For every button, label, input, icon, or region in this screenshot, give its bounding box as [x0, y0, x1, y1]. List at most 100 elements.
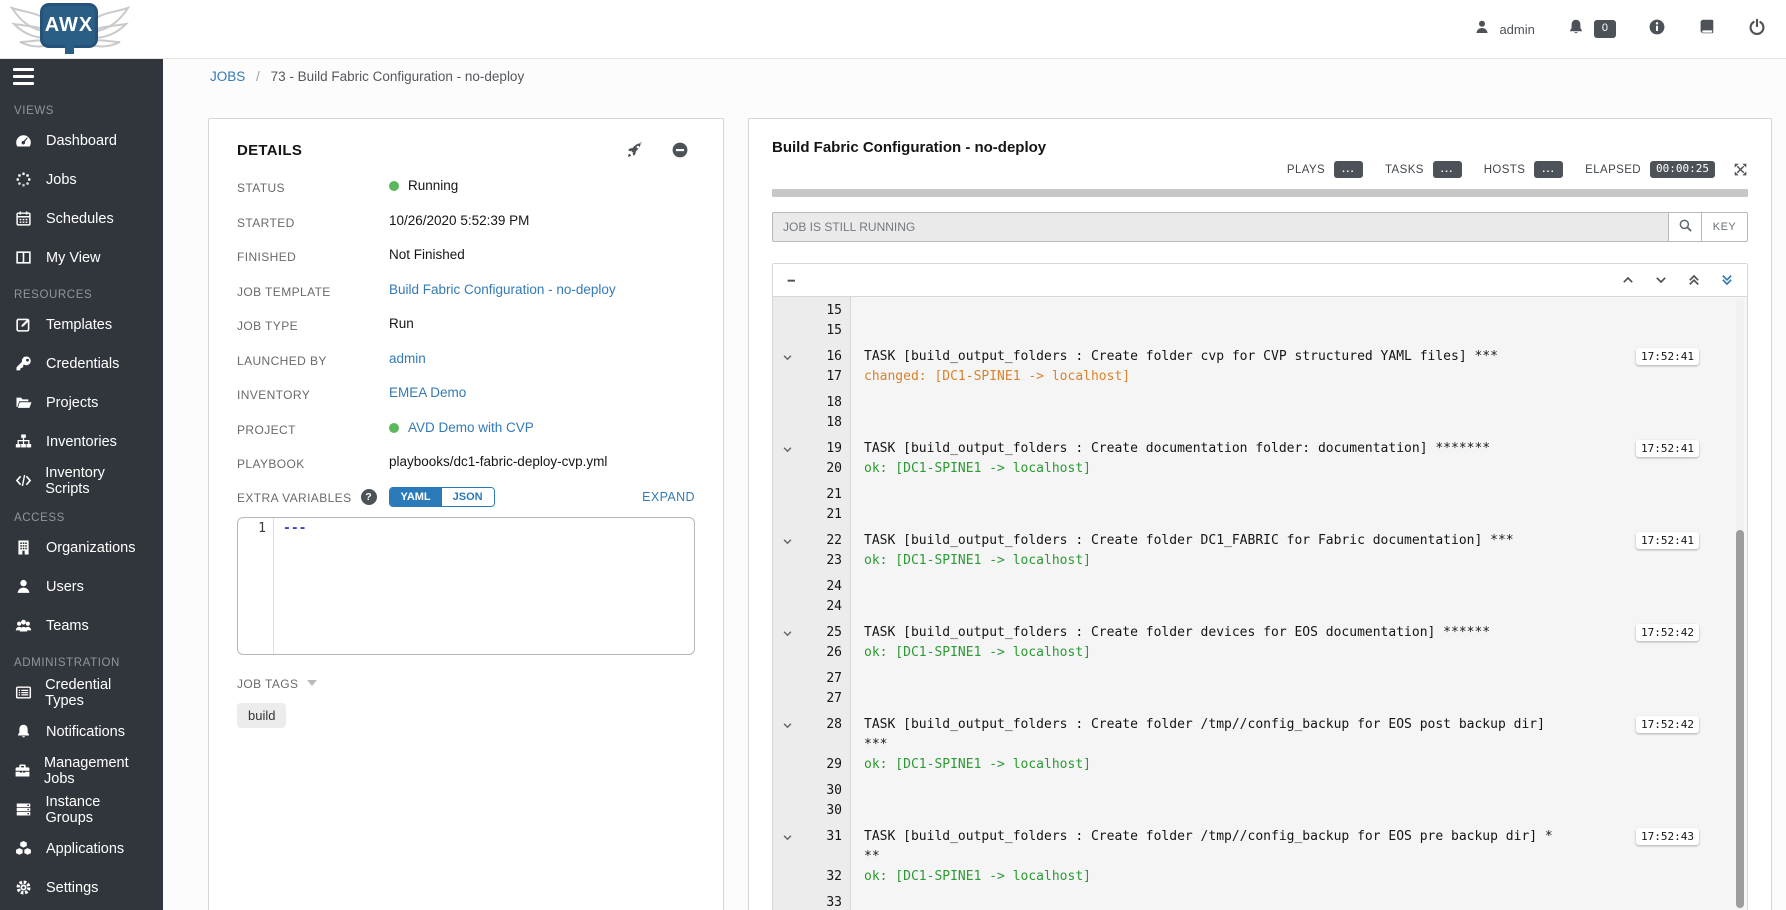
log-expand-chevron-icon[interactable]	[773, 347, 802, 367]
help-icon[interactable]: ?	[361, 489, 377, 505]
log-line-number: 32	[802, 867, 851, 887]
details-rows: STATUSRunningSTARTED10/26/2020 5:52:39 P…	[237, 176, 695, 474]
chevron-up-icon[interactable]	[1621, 273, 1635, 287]
chevron-down-icon[interactable]	[1654, 273, 1668, 287]
log-row: 30	[773, 781, 1747, 801]
pencil-square-icon	[14, 316, 33, 333]
user-icon	[14, 578, 33, 595]
output-scrollbar-thumb[interactable]	[1736, 530, 1744, 908]
yaml-toggle-button[interactable]: YAML	[390, 488, 442, 506]
documentation-button[interactable]	[1698, 18, 1716, 41]
extra-variables-row: EXTRA VARIABLES ? YAML JSON EXPAND	[237, 487, 695, 507]
collapse-all-icon[interactable]	[786, 274, 799, 287]
detail-link[interactable]: AVD Demo with CVP	[408, 420, 534, 435]
sidebar-item-inventories[interactable]: Inventories	[0, 422, 163, 461]
output-search-input[interactable]	[772, 212, 1669, 242]
log-line-text	[851, 505, 1747, 525]
sidebar-item-dashboard[interactable]: Dashboard	[0, 121, 163, 160]
detail-row: STARTED10/26/2020 5:52:39 PM	[237, 211, 695, 233]
search-button[interactable]	[1669, 212, 1702, 242]
log-expand-chevron-icon[interactable]	[773, 827, 802, 867]
sidebar-item-projects[interactable]: Projects	[0, 383, 163, 422]
json-toggle-button[interactable]: JSON	[442, 488, 494, 506]
detail-link[interactable]: admin	[389, 351, 426, 366]
job-progress-bar	[772, 189, 1748, 197]
sidebar-item-credentials[interactable]: Credentials	[0, 344, 163, 383]
log-row: 20ok: [DC1-SPINE1 -> localhost]	[773, 459, 1747, 479]
stat-value-badge: ...	[1334, 161, 1363, 178]
job-tags-list: build	[237, 691, 695, 728]
log-expand-chevron-icon[interactable]	[773, 531, 802, 551]
notifications-button[interactable]: 0	[1567, 18, 1616, 41]
expand-output-icon[interactable]	[1733, 162, 1748, 177]
sidebar-item-instance-groups[interactable]: Instance Groups	[0, 790, 163, 829]
log-expand-chevron-icon[interactable]	[773, 623, 802, 643]
angle-double-down-icon[interactable]	[1720, 273, 1734, 287]
detail-link[interactable]: EMEA Demo	[389, 385, 466, 400]
log-line-text: TASK [build_output_folders : Create docu…	[851, 439, 1747, 459]
sidebar-item-templates[interactable]: Templates	[0, 305, 163, 344]
log-line-text	[851, 321, 1747, 341]
output-scrollbar	[1736, 299, 1744, 910]
sidebar-item-teams[interactable]: Teams	[0, 606, 163, 645]
user-menu[interactable]: admin	[1474, 19, 1534, 40]
log-gutter	[773, 413, 802, 433]
log-line-number: 27	[802, 689, 851, 709]
logout-button[interactable]	[1748, 18, 1766, 41]
relaunch-rocket-icon[interactable]	[626, 141, 644, 159]
sidebar-item-management-jobs[interactable]: Management Jobs	[0, 751, 163, 790]
awx-logo-text: AWX	[45, 14, 94, 37]
log-expand-chevron-icon[interactable]	[773, 715, 802, 755]
awx-logo[interactable]: AWX	[10, 0, 132, 58]
detail-label: JOB TYPE	[237, 314, 389, 336]
log-line-number: 16	[802, 347, 851, 367]
log-row: 16TASK [build_output_folders : Create fo…	[773, 347, 1747, 367]
log-line-text: changed: [DC1-SPINE1 -> localhost]	[851, 367, 1747, 387]
expand-variables-link[interactable]: EXPAND	[642, 490, 695, 504]
sidebar-item-credential-types[interactable]: Credential Types	[0, 673, 163, 712]
job-tag-chip: build	[237, 703, 286, 728]
sidebar-item-my-view[interactable]: My View	[0, 238, 163, 277]
log-line-number: 15	[802, 301, 851, 321]
log-line-text: ok: [DC1-SPINE1 -> localhost]	[851, 755, 1747, 775]
extra-variables-editor[interactable]: 1 ---	[237, 517, 695, 655]
log-line-number: 17	[802, 367, 851, 387]
log-timestamp-badge: 17:52:43	[1636, 828, 1699, 845]
log-line-text	[851, 893, 1747, 910]
sidebar-item-schedules[interactable]: Schedules	[0, 199, 163, 238]
log-line-number: 27	[802, 669, 851, 689]
caret-down-icon[interactable]	[307, 680, 317, 686]
log-gutter	[773, 301, 802, 321]
columns-icon	[14, 249, 33, 266]
log-timestamp-badge: 17:52:42	[1636, 624, 1699, 641]
sidebar-item-notifications[interactable]: Notifications	[0, 712, 163, 751]
log-row: 25TASK [build_output_folders : Create fo…	[773, 623, 1747, 643]
output-search-row: KEY	[772, 212, 1748, 242]
breadcrumb-jobs-link[interactable]: JOBS	[210, 69, 245, 84]
log-line-number: 18	[802, 393, 851, 413]
breadcrumb: JOBS / 73 - Build Fabric Configuration -…	[210, 69, 524, 84]
log-expand-chevron-icon[interactable]	[773, 439, 802, 459]
main-content: JOBS / 73 - Build Fabric Configuration -…	[163, 58, 1786, 910]
sidebar-item-label: Settings	[46, 880, 98, 896]
angle-double-up-icon[interactable]	[1687, 273, 1701, 287]
search-key-button[interactable]: KEY	[1702, 212, 1748, 242]
about-button[interactable]	[1648, 18, 1666, 41]
log-row: 26ok: [DC1-SPINE1 -> localhost]	[773, 643, 1747, 663]
detail-link[interactable]: Build Fabric Configuration - no-deploy	[389, 282, 616, 297]
sidebar-item-applications[interactable]: Applications	[0, 829, 163, 868]
job-stdout-log[interactable]: 151516TASK [build_output_folders : Creat…	[773, 297, 1747, 910]
log-row: 15	[773, 301, 1747, 321]
sidebar-item-inventory-scripts[interactable]: Inventory Scripts	[0, 461, 163, 500]
sidebar-item-organizations[interactable]: Organizations	[0, 528, 163, 567]
sidebar-item-users[interactable]: Users	[0, 567, 163, 606]
details-panel: DETAILS STATUSRunningSTARTED10/26/2020 5…	[208, 118, 724, 910]
sidebar-item-settings[interactable]: Settings	[0, 868, 163, 907]
cancel-job-icon[interactable]	[671, 141, 689, 159]
sidebar-item-jobs[interactable]: Jobs	[0, 160, 163, 199]
log-line-number: 22	[802, 531, 851, 551]
log-line-text: TASK [build_output_folders : Create fold…	[851, 827, 1747, 867]
detail-label: INVENTORY	[237, 383, 389, 405]
menu-toggle-icon[interactable]	[0, 58, 163, 85]
job-stat-elapsed: ELAPSED00:00:25	[1585, 161, 1715, 177]
